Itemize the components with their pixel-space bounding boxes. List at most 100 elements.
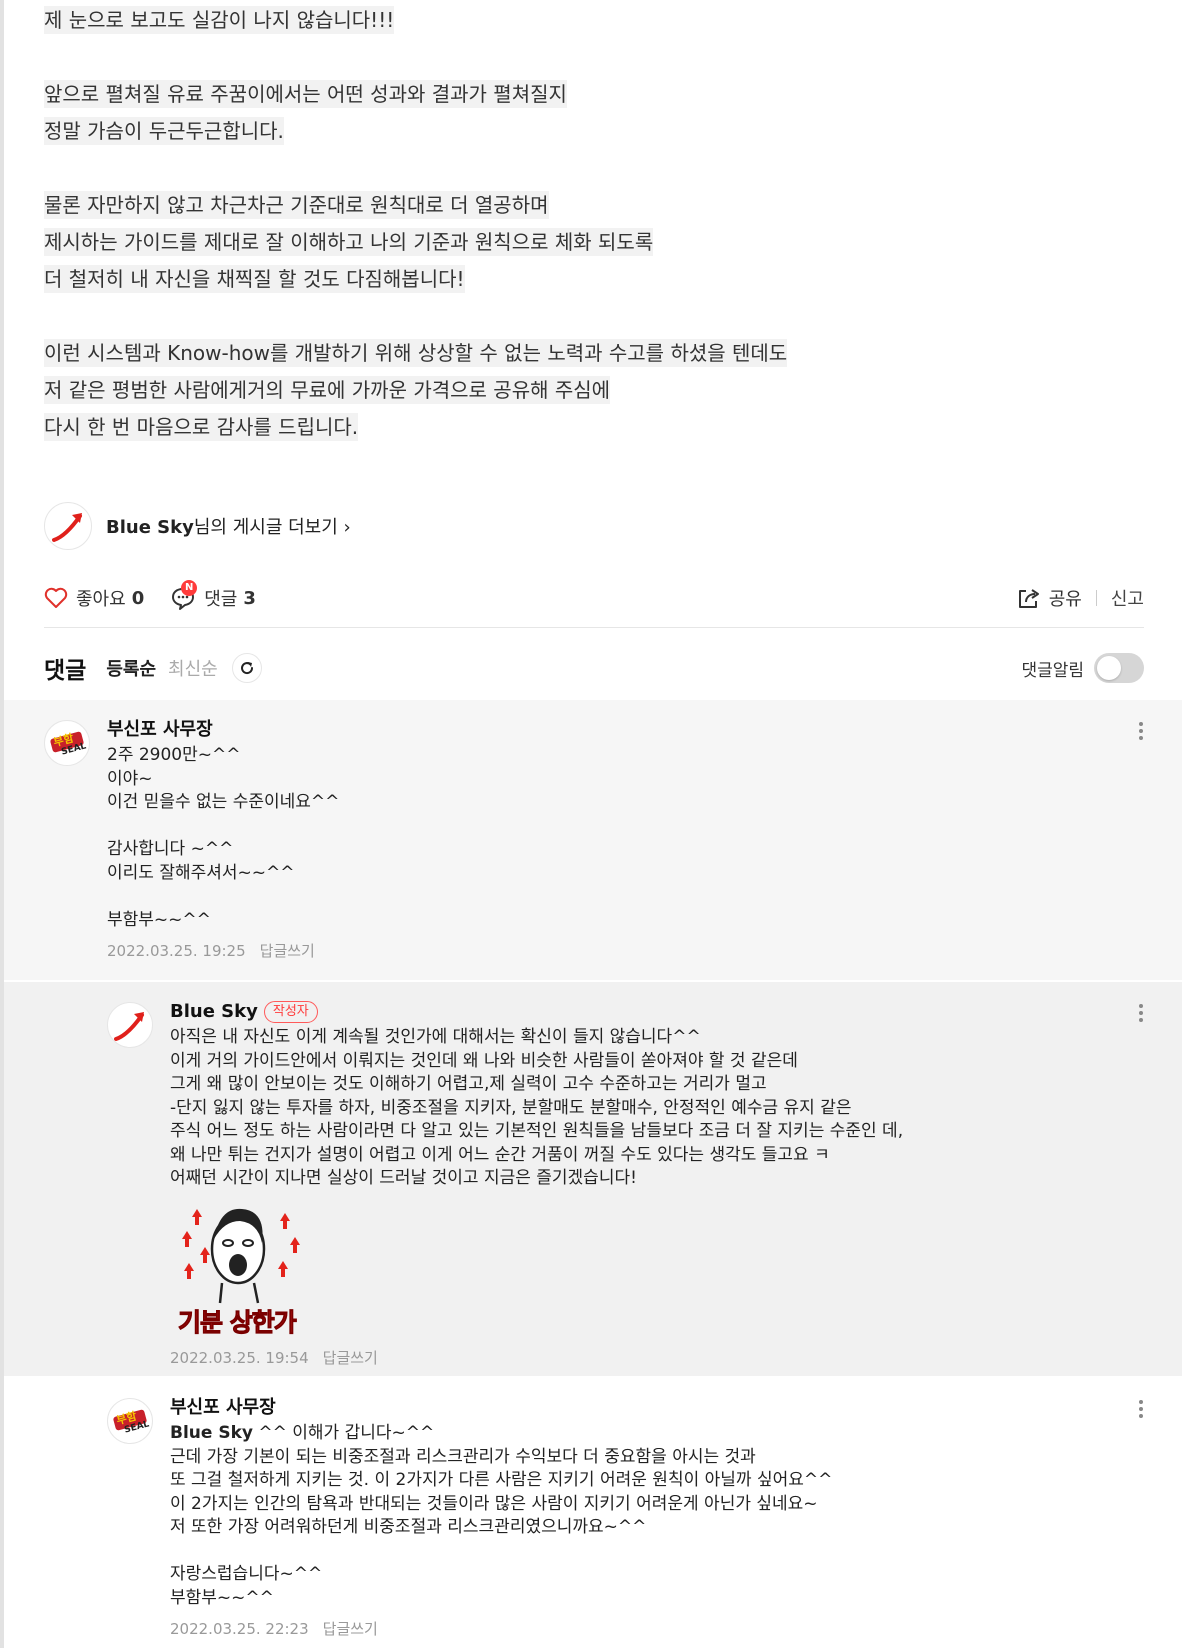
comment-line: 부함부~~^^ xyxy=(170,1587,274,1608)
comment-line xyxy=(107,885,339,909)
commenter-avatar[interactable]: 부함 SEAL xyxy=(44,720,90,766)
comment-item: 부함 SEAL 부신포 사무장 Blue Sky ^^ 이해가 갑니다~^^ 근… xyxy=(4,1378,1182,1648)
commenter-avatar[interactable]: 부함 SEAL xyxy=(107,1398,153,1444)
post-text-line: 제 눈으로 보고도 실감이 나지 않습니다!!! xyxy=(44,6,395,34)
post-text-line: 앞으로 펼쳐질 유료 주꿈이에서는 어떤 성과와 결과가 펼쳐질지 xyxy=(44,80,567,108)
post-text-line: 다시 한 번 마음으로 감사를 드립니다. xyxy=(44,413,359,441)
commenter-name: Blue Sky xyxy=(170,1001,258,1022)
comment-item: Blue Sky 작성자 아직은 내 자신도 이게 계속될 것인가에 대해서는 … xyxy=(4,982,1182,1376)
commenter-nickname[interactable]: 부신포 사무장 xyxy=(107,716,339,744)
comment-meta: 2022.03.25. 19:25 답글쓰기 xyxy=(107,940,339,962)
comment-line: 어째던 시간이 지나면 실상이 드러날 것이고 지금은 즐기겠습니다! xyxy=(170,1168,637,1188)
comment-count: 3 xyxy=(243,587,256,609)
comment-line: 부함부~~^^ xyxy=(107,909,211,930)
comment-line: 2주 2900만~^^ xyxy=(107,745,241,765)
post-text-line: 더 철저히 내 자신을 채찍질 할 것도 다짐해봅니다! xyxy=(44,265,465,293)
comment-line: 주식 어느 정도 하는 사람이라면 다 알고 있는 기본적인 원칙들을 남들보다… xyxy=(170,1121,904,1141)
more-options-icon[interactable] xyxy=(1138,722,1144,743)
excited-face-sticker-icon xyxy=(182,1208,300,1303)
post-text-line: 정말 가슴이 두근두근합니다. xyxy=(44,117,284,145)
comment-line xyxy=(107,815,339,839)
author-more-suffix: 님의 게시글 더보기 › xyxy=(193,517,351,538)
action-separator xyxy=(1095,590,1097,606)
comments-header: 댓글 등록순 최신순 댓글알림 xyxy=(44,648,1144,688)
comment-button[interactable]: N 댓글 3 xyxy=(170,580,256,611)
post-body: 제 눈으로 보고도 실감이 나지 않습니다!!! 앞으로 펼쳐질 유료 주꿈이에… xyxy=(44,2,1144,483)
comment-line-rest: ^^ 이해가 갑니다~^^ xyxy=(252,1423,435,1443)
commenter-nickname[interactable]: 부신포 사무장 xyxy=(170,1394,832,1422)
post-text-line: 저 같은 평범한 사람에게거의 무료에 가까운 가격으로 공유해 주심에 xyxy=(44,376,611,404)
comment-meta: 2022.03.25. 19:54 답글쓰기 xyxy=(170,1347,903,1369)
reply-button[interactable]: 답글쓰기 xyxy=(323,1620,378,1638)
reply-button[interactable]: 답글쓰기 xyxy=(323,1349,378,1367)
commenter-avatar[interactable] xyxy=(107,1002,153,1048)
comment-date: 2022.03.25. 22:23 xyxy=(170,1620,309,1638)
comment-line: Blue Sky ^^ 이해가 갑니다~^^ xyxy=(170,1422,832,1446)
comment-date: 2022.03.25. 19:54 xyxy=(170,1348,309,1367)
sticker-caption: 기분 상한가 xyxy=(178,1307,298,1337)
logo-avatar-icon: 부함 SEAL xyxy=(50,730,88,758)
comment-line: 왜 나만 튀는 건지가 설명이 어렵고 이게 어느 순간 거품이 꺼질 수도 있… xyxy=(170,1144,830,1165)
post-action-bar: 좋아요 0 N 댓글 3 공유 신고 xyxy=(44,580,1144,616)
comment-line: 근데 가장 기본이 되는 비중조절과 리스크관리가 수익보다 더 중요함을 아시… xyxy=(170,1446,756,1467)
comment-line: 또 그걸 철저하게 지키는 것. 이 2가지가 다른 사람은 지키기 어려운 원… xyxy=(170,1470,833,1490)
commenter-nickname[interactable]: Blue Sky 작성자 xyxy=(170,998,903,1026)
comment-meta: 2022.03.25. 22:23 답글쓰기 xyxy=(170,1618,832,1640)
refresh-button[interactable] xyxy=(231,653,262,683)
mention-tag[interactable]: Blue Sky xyxy=(170,1423,253,1443)
comment-date: 2022.03.25. 19:25 xyxy=(107,942,246,960)
comment-line: 저 또한 가장 어려워하던게 비중조절과 리스크관리였으니까요~^^ xyxy=(170,1517,647,1537)
like-count: 0 xyxy=(131,587,145,609)
post-text-line: 이런 시스템과 Know-how를 개발하기 위해 상상할 수 없는 노력과 수… xyxy=(44,339,788,367)
comment-line: 아직은 내 자신도 이게 계속될 것인가에 대해서는 확신이 들지 않습니다^^ xyxy=(170,1027,701,1047)
comment-text: 아직은 내 자신도 이게 계속될 것인가에 대해서는 확신이 들지 않습니다^^… xyxy=(170,1026,903,1191)
author-more-link[interactable]: Blue Sky님의 게시글 더보기 › xyxy=(44,502,351,550)
logo-avatar-icon: 부함 SEAL xyxy=(113,1408,151,1436)
like-button[interactable]: 좋아요 0 xyxy=(44,585,144,611)
sort-registered-tab[interactable]: 등록순 xyxy=(106,655,156,681)
comments-title: 댓글 xyxy=(44,658,87,684)
comment-line xyxy=(170,1540,832,1564)
paragraph-2: 앞으로 펼쳐질 유료 주꿈이에서는 어떤 성과와 결과가 펼쳐질지 정말 가슴이… xyxy=(44,76,1144,150)
section-divider xyxy=(44,627,1144,628)
author-name: Blue Sky xyxy=(106,517,194,538)
rising-arrow-icon xyxy=(52,513,82,542)
comment-line: 이건 믿을수 없는 수준이네요^^ xyxy=(107,792,340,812)
comment-line: 이게 거의 가이드안에서 이뤄지는 것인데 왜 나와 비슷한 사람들이 쏟아져야… xyxy=(170,1050,798,1071)
comment-line: 이야~ xyxy=(107,768,153,789)
reply-button[interactable]: 답글쓰기 xyxy=(260,942,315,960)
comment-line: 자랑스럽습니다~^^ xyxy=(170,1564,323,1584)
rising-arrow-icon xyxy=(114,1012,144,1041)
comment-text: Blue Sky ^^ 이해가 갑니다~^^ 근데 가장 기본이 되는 비중조절… xyxy=(170,1422,832,1610)
comment-line: 그게 왜 많이 안보이는 것도 이해하기 어렵고,제 실력이 고수 수준하고는 … xyxy=(170,1074,767,1094)
sticker-image: 기분 상한가 xyxy=(170,1199,310,1339)
comment-notify: 댓글알림 xyxy=(1021,653,1144,683)
share-button[interactable]: 공유 xyxy=(1017,585,1082,611)
comment-notify-label: 댓글알림 xyxy=(1021,660,1084,681)
comment-label: 댓글 xyxy=(204,589,238,610)
share-label: 공유 xyxy=(1048,589,1082,610)
refresh-icon xyxy=(240,662,253,675)
comment-notify-toggle[interactable] xyxy=(1094,653,1144,683)
writer-badge: 작성자 xyxy=(263,1001,318,1023)
comment-line: 이 2가지는 인간의 탐욕과 반대되는 것들이라 많은 사람이 지키기 어려운게… xyxy=(170,1493,818,1514)
comment-item: 부함 SEAL 부신포 사무장 2주 2900만~^^ 이야~ 이건 믿을수 없… xyxy=(4,700,1182,980)
author-more-text[interactable]: Blue Sky님의 게시글 더보기 › xyxy=(106,513,351,539)
post-text-line: 물론 자만하지 않고 차근차근 기준대로 원칙대로 더 열공하며 xyxy=(44,191,549,219)
paragraph-1: 제 눈으로 보고도 실감이 나지 않습니다!!! xyxy=(44,2,1144,39)
comment-text: 2주 2900만~^^ 이야~ 이건 믿을수 없는 수준이네요^^ 감사합니다 … xyxy=(107,744,339,932)
comment-line: 감사합니다 ~^^ xyxy=(107,839,234,859)
comment-line: 이리도 잘해주셔서~~^^ xyxy=(107,862,295,883)
like-label: 좋아요 xyxy=(76,589,126,610)
paragraph-4: 이런 시스템과 Know-how를 개발하기 위해 상상할 수 없는 노력과 수… xyxy=(44,335,1144,446)
more-options-icon[interactable] xyxy=(1138,1400,1144,1421)
post-text-line: 제시하는 가이드를 제대로 잘 이해하고 나의 기준과 원칙으로 체화 되도록 xyxy=(44,228,654,256)
share-icon xyxy=(1018,589,1039,608)
heart-icon xyxy=(44,587,68,608)
report-button[interactable]: 신고 xyxy=(1111,585,1144,611)
comment-line: -단지 잃지 않는 투자를 하자, 비중조절을 지키자, 분할매도 분할매수, … xyxy=(170,1097,852,1118)
sort-latest-tab[interactable]: 최신순 xyxy=(168,655,218,681)
author-avatar[interactable] xyxy=(44,502,92,550)
more-options-icon[interactable] xyxy=(1138,1004,1144,1025)
paragraph-3: 물론 자만하지 않고 차근차근 기준대로 원칙대로 더 열공하며 제시하는 가이… xyxy=(44,187,1144,298)
